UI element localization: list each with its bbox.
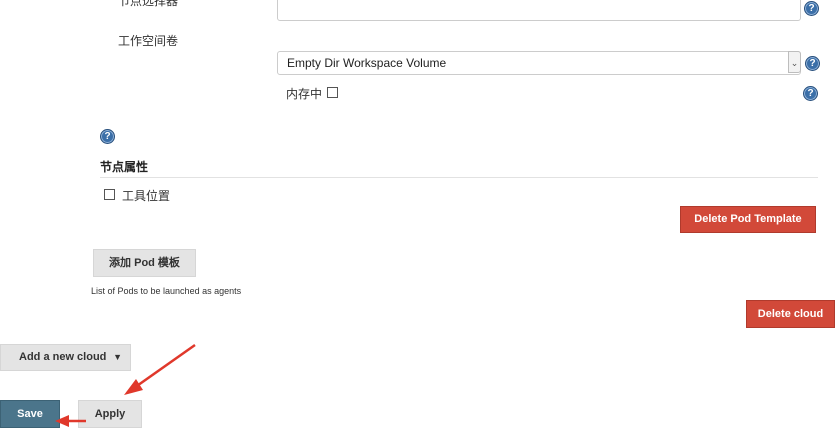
add-pod-template-button[interactable]: 添加 Pod 模板 — [93, 249, 196, 277]
chevron-down-icon[interactable]: ⌄ — [788, 51, 801, 73]
tool-location-label: 工具位置 — [122, 189, 171, 203]
caret-down-icon: ▼ — [113, 352, 122, 362]
help-icon[interactable]: ? — [805, 56, 820, 71]
apply-button[interactable]: Apply — [78, 400, 142, 428]
node-selector-input[interactable] — [277, 0, 801, 21]
delete-cloud-button[interactable]: Delete cloud — [746, 300, 835, 328]
arrow-to-apply-icon — [124, 343, 196, 395]
add-new-cloud-button[interactable]: Add a new cloud ▼ — [0, 344, 131, 371]
workspace-volume-label: 工作空间卷 — [118, 34, 179, 48]
in-memory-checkbox[interactable] — [327, 87, 338, 98]
node-properties-title: 节点属性 — [100, 160, 149, 174]
workspace-volume-value: Empty Dir Workspace Volume — [287, 56, 447, 70]
add-new-cloud-label: Add a new cloud — [19, 351, 107, 363]
node-selector-label: 节点选择器 — [118, 0, 179, 8]
workspace-volume-select[interactable]: Empty Dir Workspace Volume ⌄ — [277, 51, 801, 75]
help-icon[interactable]: ? — [804, 1, 819, 16]
tool-location-checkbox[interactable] — [104, 189, 115, 200]
section-divider — [100, 177, 818, 178]
save-button[interactable]: Save — [0, 400, 60, 428]
help-icon[interactable]: ? — [803, 86, 818, 101]
delete-pod-template-button[interactable]: Delete Pod Template — [680, 206, 816, 233]
in-memory-label: 内存中 — [286, 87, 323, 101]
pods-description: List of Pods to be launched as agents — [91, 286, 242, 296]
help-icon[interactable]: ? — [100, 129, 115, 144]
